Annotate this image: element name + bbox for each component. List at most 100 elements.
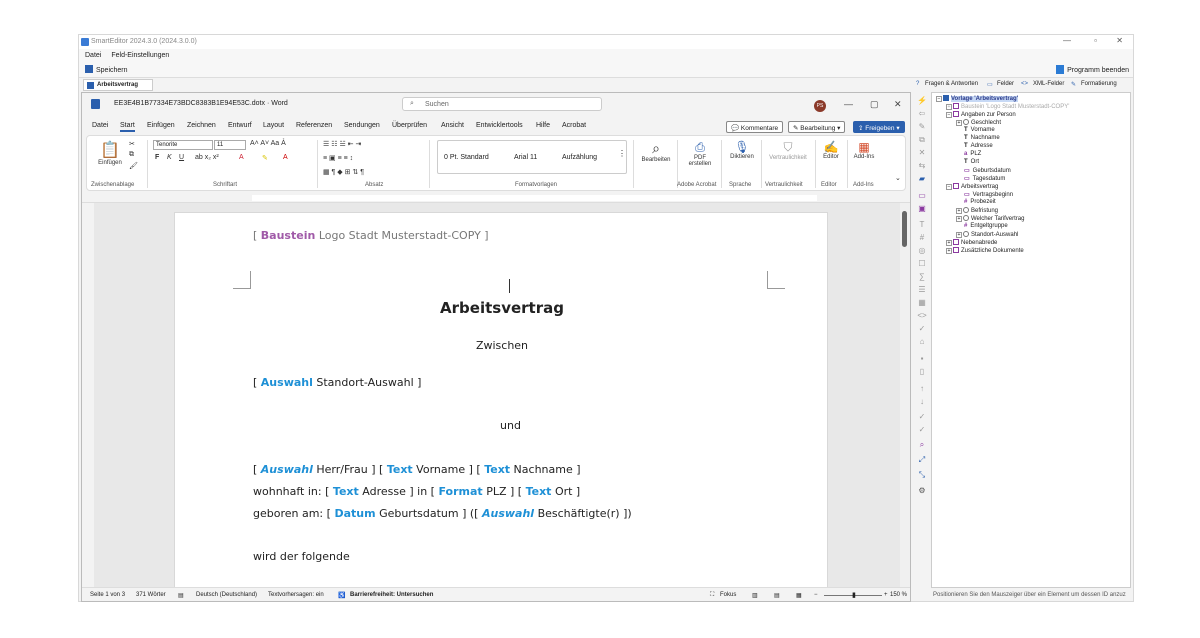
font-family-select[interactable]: Tenorite — [153, 140, 213, 150]
text-field-icon[interactable]: T — [917, 220, 927, 229]
tab-start[interactable]: Start — [120, 122, 135, 132]
tag-icon[interactable]: ⌂ — [917, 337, 927, 346]
close-icon[interactable]: ✕ — [1116, 36, 1123, 45]
avatar[interactable]: PS — [814, 100, 826, 112]
table-icon[interactable]: ▦ — [917, 298, 927, 307]
zoom-slider-thumb[interactable]: ▮ — [852, 591, 856, 599]
tab-einfuegen[interactable]: Einfügen — [147, 122, 175, 129]
zoom-level[interactable]: 150 % — [890, 592, 907, 598]
underline-icon[interactable]: U — [179, 154, 184, 161]
save-button[interactable]: Speichern — [85, 65, 128, 74]
tree-node[interactable]: − Arbeitsvertrag — [946, 183, 998, 190]
align-left-icon[interactable]: ≡ ▣ ≡ ≡ ↕ — [323, 154, 353, 162]
read-mode-icon[interactable]: ▥ — [752, 592, 758, 599]
status-accessibility[interactable]: Barrierefreiheit: Untersuchen — [350, 592, 433, 598]
copy-icon[interactable]: ⧉ — [129, 151, 134, 159]
tree-node[interactable]: − Angaben zur Person — [946, 111, 1016, 118]
tree-node[interactable]: − Vorlage 'Arbeitsvertrag' — [936, 95, 1019, 102]
tab-ueberpruefen[interactable]: Überprüfen — [392, 122, 427, 129]
highlight-icon[interactable]: ✎ — [262, 154, 268, 162]
find-button[interactable]: ⌕ Bearbeiten — [639, 140, 673, 163]
tree-node[interactable]: + Geschlecht — [956, 119, 1001, 126]
pdf-create-button[interactable]: ⎙ PDF erstellen — [683, 140, 717, 167]
collapse-icon[interactable]: ⤡ — [917, 470, 927, 479]
tree-node[interactable]: T Ort — [964, 159, 979, 165]
tree-node[interactable]: + Befristung — [956, 207, 998, 214]
scroll-thumb[interactable] — [902, 211, 907, 247]
move-icon[interactable]: ⇆ — [917, 161, 927, 170]
block-icon[interactable]: ▭ — [917, 191, 927, 200]
word-close-icon[interactable]: ✕ — [894, 99, 902, 110]
style-item[interactable]: 0 Pt. Standard — [444, 154, 489, 161]
bold-icon[interactable]: F — [155, 154, 159, 161]
delete-icon[interactable]: ✕ — [917, 148, 927, 157]
status-page[interactable]: Seite 1 von 3 — [90, 592, 125, 598]
horizontal-ruler[interactable] — [82, 193, 910, 203]
dictate-button[interactable]: 🎙 Diktieren — [727, 140, 757, 160]
style-item[interactable]: Arial 11 — [514, 154, 537, 161]
ltr-icon[interactable]: ▦ ¶ ◆ ⊞ ⇅ ¶ — [323, 168, 364, 176]
editing-mode-button[interactable]: ✎ Bearbeitung ▾ — [788, 121, 846, 133]
tab-formatierung[interactable]: Formatierung — [1081, 81, 1117, 87]
tab-fragen-antworten[interactable]: Fragen & Antworten — [925, 81, 978, 87]
tab-layout[interactable]: Layout — [263, 122, 284, 129]
editor-button[interactable]: ✍ Editor — [819, 140, 843, 160]
number-field-icon[interactable]: # — [917, 233, 927, 242]
collapse-ribbon-icon[interactable]: ⌄ — [895, 174, 901, 182]
tab-referenzen[interactable]: Referenzen — [296, 122, 332, 129]
tree-node[interactable]: + Nebenabrede — [946, 239, 997, 246]
share-button[interactable]: ⇪ Freigeben ▾ — [853, 121, 905, 133]
validate-icon[interactable]: ✓ — [917, 412, 927, 421]
save-field-icon[interactable]: ▪ — [917, 354, 927, 363]
down-arrow-icon[interactable]: ↓ — [917, 397, 927, 406]
vertical-ruler[interactable] — [82, 203, 94, 587]
tab-hilfe[interactable]: Hilfe — [536, 122, 550, 129]
text-effects-icon[interactable]: A — [239, 154, 244, 161]
tab-entwicklertools[interactable]: Entwicklertools — [476, 122, 523, 129]
focus-button[interactable]: Fokus — [720, 592, 736, 598]
web-layout-icon[interactable]: ▦ — [796, 592, 802, 599]
tree-node[interactable]: # Entgeltgruppe — [964, 223, 1008, 229]
search-input[interactable]: ⌕ Suchen — [402, 97, 602, 111]
print-layout-icon[interactable]: ▤ — [774, 592, 780, 599]
italic-icon[interactable]: K — [167, 154, 172, 161]
strikethrough-icon[interactable]: ab x₂ x² — [195, 154, 219, 161]
tree-node[interactable]: + Baustein 'Logo Stadt Musterstadt-COPY' — [946, 103, 1069, 110]
tab-ansicht[interactable]: Ansicht — [441, 122, 464, 129]
font-color-icon[interactable]: A — [283, 154, 288, 161]
tab-felder[interactable]: Felder — [997, 81, 1014, 87]
menu-feld-einstellungen[interactable]: Feld-Einstellungen — [111, 52, 169, 59]
expand-icon[interactable]: ⤢ — [917, 455, 927, 464]
folder-icon[interactable]: ▰ — [917, 174, 927, 183]
tab-acrobat[interactable]: Acrobat — [562, 122, 586, 129]
tab-zeichnen[interactable]: Zeichnen — [187, 122, 216, 129]
calc-icon[interactable]: ∑ — [917, 272, 927, 281]
gallery-more-icon[interactable]: ⋮ — [618, 149, 626, 158]
tree-node[interactable]: a PLZ — [964, 151, 981, 157]
tab-xml-felder[interactable]: XML-Felder — [1033, 81, 1064, 87]
tree-node[interactable]: ▭ Geburtsdatum — [964, 167, 1011, 174]
tree-node[interactable]: ▭ Vertragsbeginn — [964, 191, 1013, 198]
copy-icon[interactable]: ⧉ — [917, 135, 927, 144]
comments-button[interactable]: 💬 Kommentare — [726, 121, 784, 133]
tree-node[interactable]: T Vorname — [964, 127, 995, 133]
sensitivity-button[interactable]: ⛉ Vertraulichkeit — [765, 140, 811, 161]
up-arrow-icon[interactable]: ↑ — [917, 384, 927, 393]
addins-button[interactable]: ▦ Add-Ins — [851, 140, 877, 160]
choice-field-icon[interactable]: ◎ — [917, 246, 927, 255]
tab-datei[interactable]: Datei — [92, 122, 108, 129]
validate-all-icon[interactable]: ✓ — [917, 425, 927, 434]
status-words[interactable]: 371 Wörter — [136, 592, 166, 598]
tab-sendungen[interactable]: Sendungen — [344, 122, 380, 129]
back-icon[interactable]: ⇦ — [917, 109, 927, 118]
format-painter-icon[interactable]: 🖌 — [129, 162, 138, 170]
check-icon[interactable]: ✓ — [917, 324, 927, 333]
tree-node[interactable]: + Standort-Auswahl — [956, 231, 1018, 238]
quit-button[interactable]: Programm beenden — [1056, 65, 1129, 74]
vertical-scrollbar[interactable] — [900, 203, 910, 588]
settings-gear-icon[interactable]: ⚙ — [917, 486, 927, 495]
page-icon[interactable]: ▯ — [917, 367, 927, 376]
checkbox-icon[interactable]: ☐ — [917, 259, 927, 268]
word-filename[interactable]: EE3E4B1B77334E73BDC8383B1E94E53C.dotx · … — [114, 100, 288, 107]
field-standort[interactable]: [ Auswahl Standort-Auswahl ] — [253, 376, 421, 389]
